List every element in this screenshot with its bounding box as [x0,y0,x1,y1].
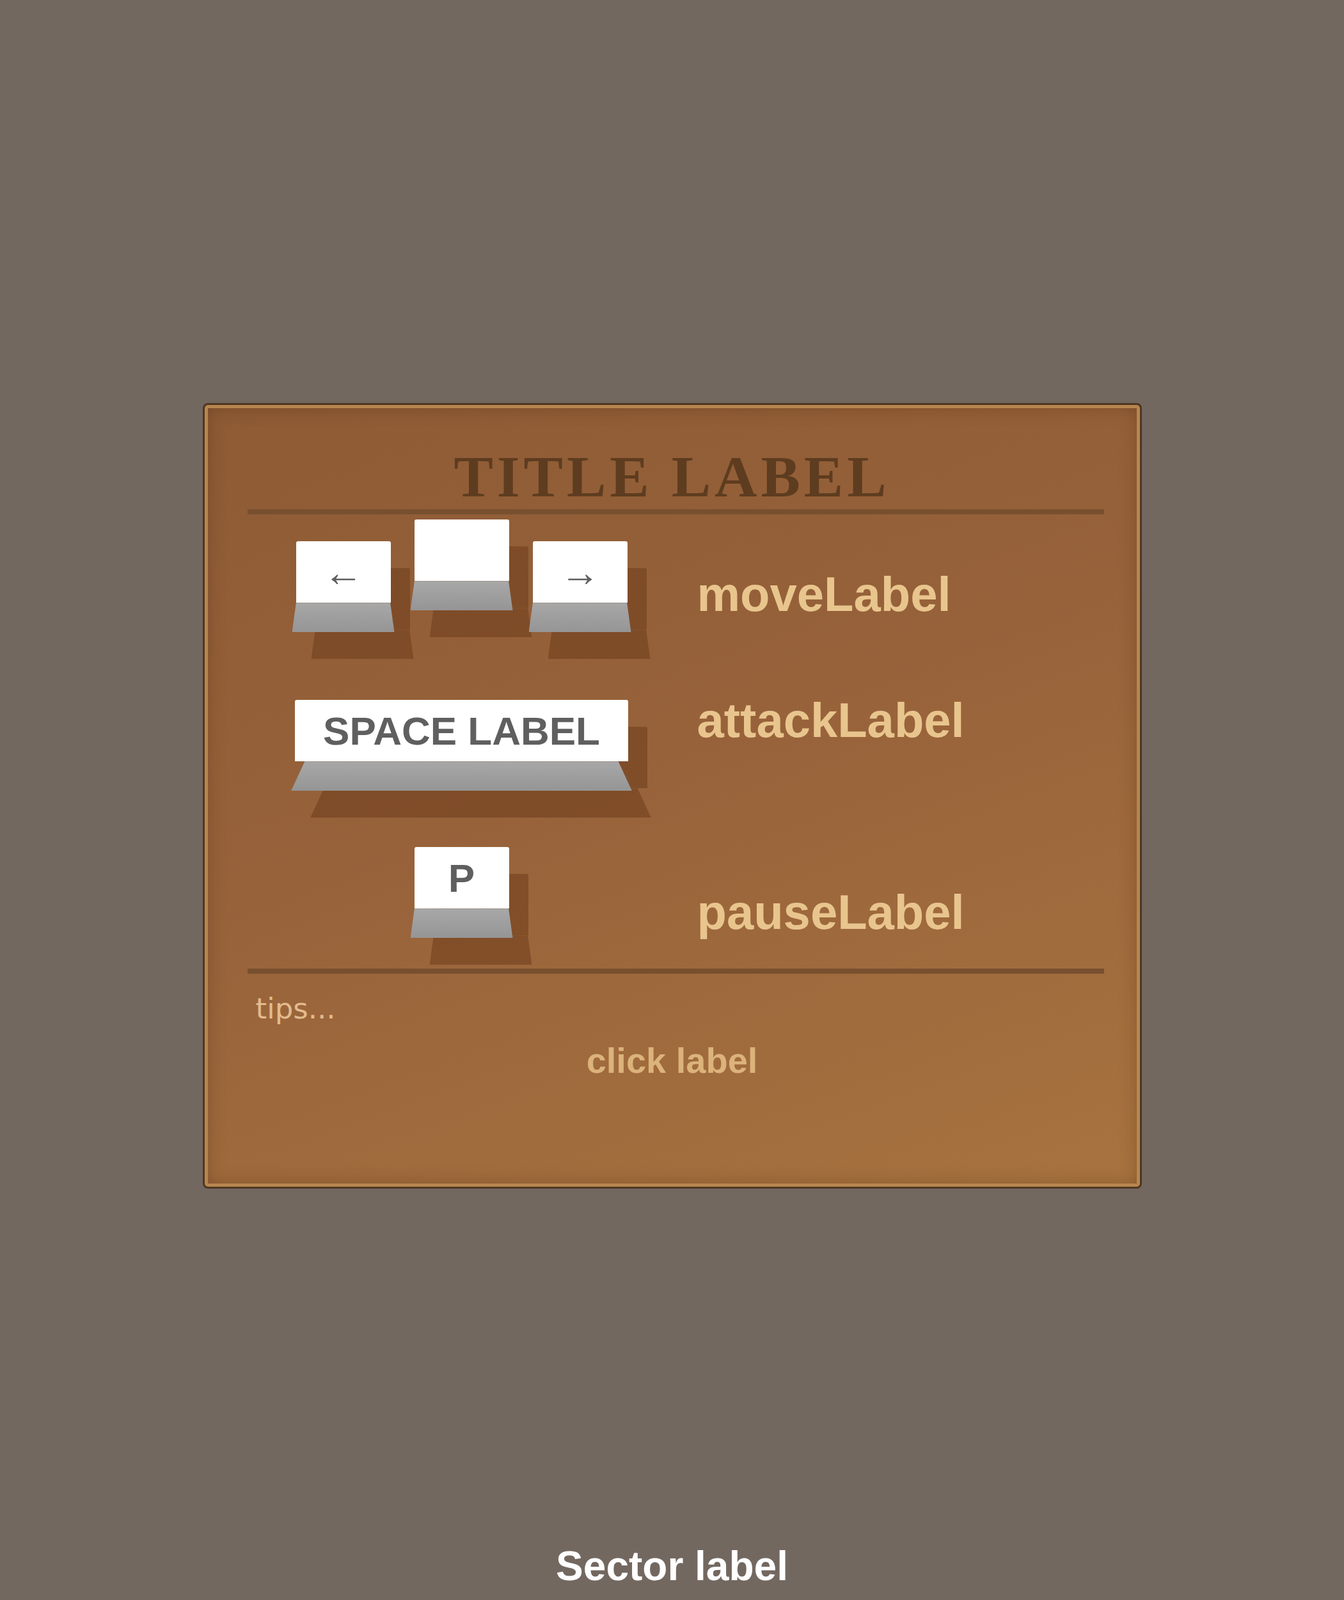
keyboard-key[interactable]: → [529,541,632,633]
keyboard-key[interactable]: ← [292,541,395,633]
keyboard-key[interactable]: P [410,846,514,938]
bottom-divider [247,968,1105,974]
help-panel: TITLE LABEL←→moveLabelSPACE LABELattackL… [202,403,1142,1189]
key-bevel [410,580,514,611]
keyboard-key[interactable] [410,519,514,611]
key-group: SPACE LABEL [289,674,635,835]
top-divider [247,509,1105,515]
control-label: moveLabel [697,566,952,622]
keyboard-key[interactable]: SPACE LABEL [291,699,633,791]
control-row: SPACE LABEL attackLabel [204,674,1140,835]
label-cell: moveLabel [697,514,952,675]
key-bevel [292,602,395,633]
label-cell: pauseLabel [697,834,965,969]
panel-title: TITLE LABEL [204,404,1140,510]
control-row: ←→moveLabel [204,514,1140,675]
click-label[interactable]: click label [204,1025,1140,1120]
key-face [414,519,510,581]
key-face: ← [296,541,391,603]
label-cell: attackLabel [697,674,965,835]
key-bevel [529,602,632,633]
control-label: pauseLabel [697,884,965,940]
sector-label: Sector label [555,1542,789,1600]
key-face: → [532,541,628,603]
tips-text: tips... [204,973,1140,1026]
key-group: P [289,834,635,969]
control-row: PpauseLabel [204,834,1140,969]
key-face: P [414,846,510,909]
key-group: ←→ [289,514,635,675]
key-bevel [291,761,633,791]
key-face: SPACE LABEL [294,699,629,762]
control-label: attackLabel [697,692,965,748]
key-bevel [410,908,514,938]
